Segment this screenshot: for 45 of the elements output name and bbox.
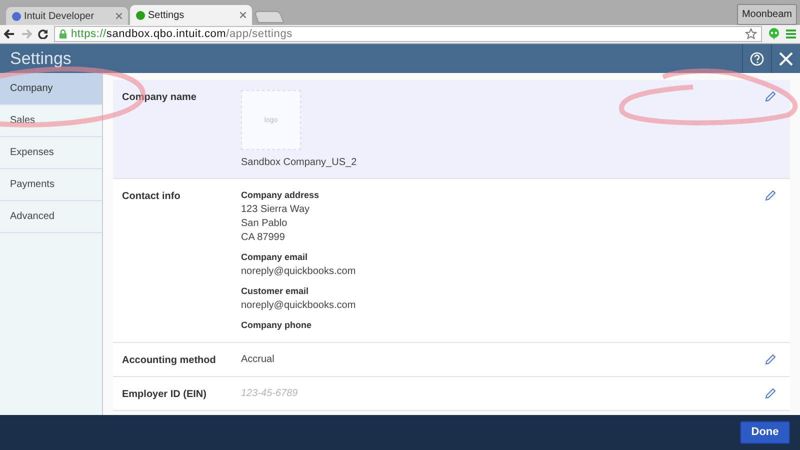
profile-button[interactable]: Moonbeam [736, 4, 797, 25]
browser-tab[interactable]: Intuit Developer [6, 7, 128, 25]
browser-tab[interactable]: Settings [130, 5, 252, 25]
pencil-icon[interactable] [765, 91, 776, 102]
lock-icon [59, 29, 67, 39]
field-value: San Pablo [241, 217, 288, 231]
done-button[interactable]: Done [740, 421, 790, 444]
url-text: https://sandbox.qbo.intuit.com/app/settings [71, 26, 292, 42]
star-icon[interactable] [745, 28, 757, 40]
placeholder-text: 123-45-6789 [241, 387, 299, 400]
field-label: Customer email [241, 285, 310, 298]
field-value: CA 87999 [241, 231, 286, 245]
pencil-icon[interactable] [765, 190, 776, 201]
reload-icon[interactable] [38, 29, 48, 39]
close-icon[interactable] [240, 12, 246, 18]
sidebar-item[interactable]: Expenses [0, 137, 102, 169]
field-label: Company phone [241, 319, 313, 332]
sidebar-item[interactable]: Sales [0, 105, 102, 137]
help-icon[interactable] [750, 52, 764, 66]
field-label: Accounting method [122, 354, 217, 368]
field-value: noreply@quickbooks.com [241, 299, 357, 313]
sidebar-item[interactable]: Advanced [0, 201, 102, 233]
back-icon[interactable] [4, 29, 15, 39]
company-name: Sandbox Company_US_2 [241, 156, 358, 169]
sidebar-item[interactable]: Company [0, 73, 102, 105]
field-value: Accrual [241, 353, 276, 366]
field-value: 123 Sierra Way [241, 203, 311, 217]
address-bar[interactable]: https://sandbox.qbo.intuit.com/app/settings [54, 26, 762, 42]
field-label: Company email [241, 251, 309, 264]
tab-title: Intuit Developer [24, 10, 96, 24]
favicon-icon [12, 12, 21, 20]
field-label: Employer ID (EIN) [122, 388, 208, 402]
pencil-icon[interactable] [765, 388, 776, 399]
field-label: Contact info [122, 190, 182, 204]
extension-icon[interactable] [768, 28, 780, 40]
header-title: Settings [9, 48, 72, 70]
menu-icon[interactable] [786, 29, 796, 39]
field-value: noreply@quickbooks.com [241, 265, 357, 279]
sidebar-item[interactable]: Payments [0, 169, 102, 201]
favicon-icon [136, 10, 145, 20]
field-label: Company name [122, 91, 198, 105]
field-label: Company address [241, 189, 320, 202]
pencil-icon[interactable] [765, 354, 776, 365]
tab-title: Settings [148, 8, 186, 22]
close-icon[interactable] [116, 13, 122, 19]
